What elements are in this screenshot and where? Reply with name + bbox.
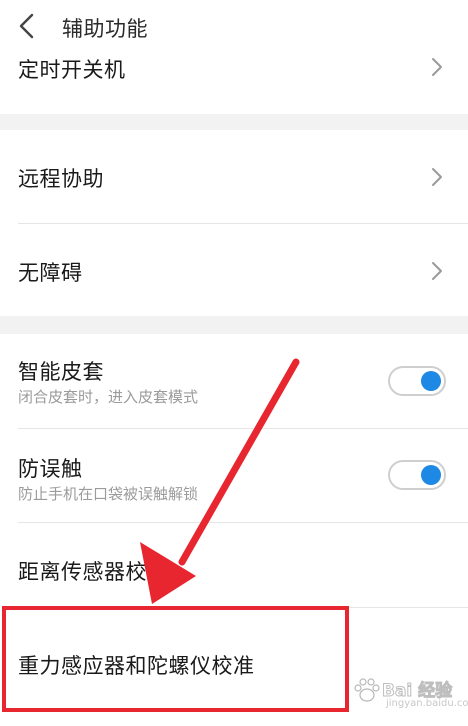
anti-mistouch-toggle[interactable]: [388, 460, 446, 490]
app-header: 辅助功能: [0, 0, 468, 52]
chevron-right-icon: [432, 168, 442, 186]
settings-item-description: 防止手机在口袋被误触解锁: [18, 485, 199, 503]
toggle-knob: [421, 371, 441, 391]
settings-item-label: 无障碍: [18, 261, 83, 285]
settings-item-anti-mistouch[interactable]: 防误触 防止手机在口袋被误触解锁: [0, 429, 468, 522]
settings-item-label: 距离传感器校准: [18, 560, 169, 584]
settings-item-proximity-calibration[interactable]: 距离传感器校准: [0, 523, 468, 607]
back-button[interactable]: [12, 8, 46, 44]
settings-item-label: 定时开关机: [18, 58, 126, 82]
settings-item-label: 智能皮套: [18, 360, 104, 384]
chevron-right-icon: [432, 262, 442, 280]
section-separator: [0, 114, 468, 130]
settings-item-remote-assist[interactable]: 远程协助: [0, 130, 468, 223]
settings-item-description: 闭合皮套时，进入皮套模式: [18, 388, 199, 406]
settings-item-label: 远程协助: [18, 167, 104, 191]
settings-item-accessibility[interactable]: 无障碍: [0, 224, 468, 316]
page-title: 辅助功能: [62, 17, 148, 41]
toggle-knob: [421, 465, 441, 485]
chevron-right-icon: [432, 58, 442, 76]
settings-item-label: 重力感应器和陀螺仪校准: [18, 654, 255, 678]
section-separator: [0, 316, 468, 334]
settings-item-label: 防误触: [18, 457, 83, 481]
settings-item-gravity-gyro-calibration[interactable]: 重力感应器和陀螺仪校准: [0, 608, 468, 726]
settings-item-smart-cover[interactable]: 智能皮套 闭合皮套时，进入皮套模式: [0, 334, 468, 428]
chevron-left-icon: [19, 13, 34, 39]
smart-cover-toggle[interactable]: [388, 366, 446, 396]
